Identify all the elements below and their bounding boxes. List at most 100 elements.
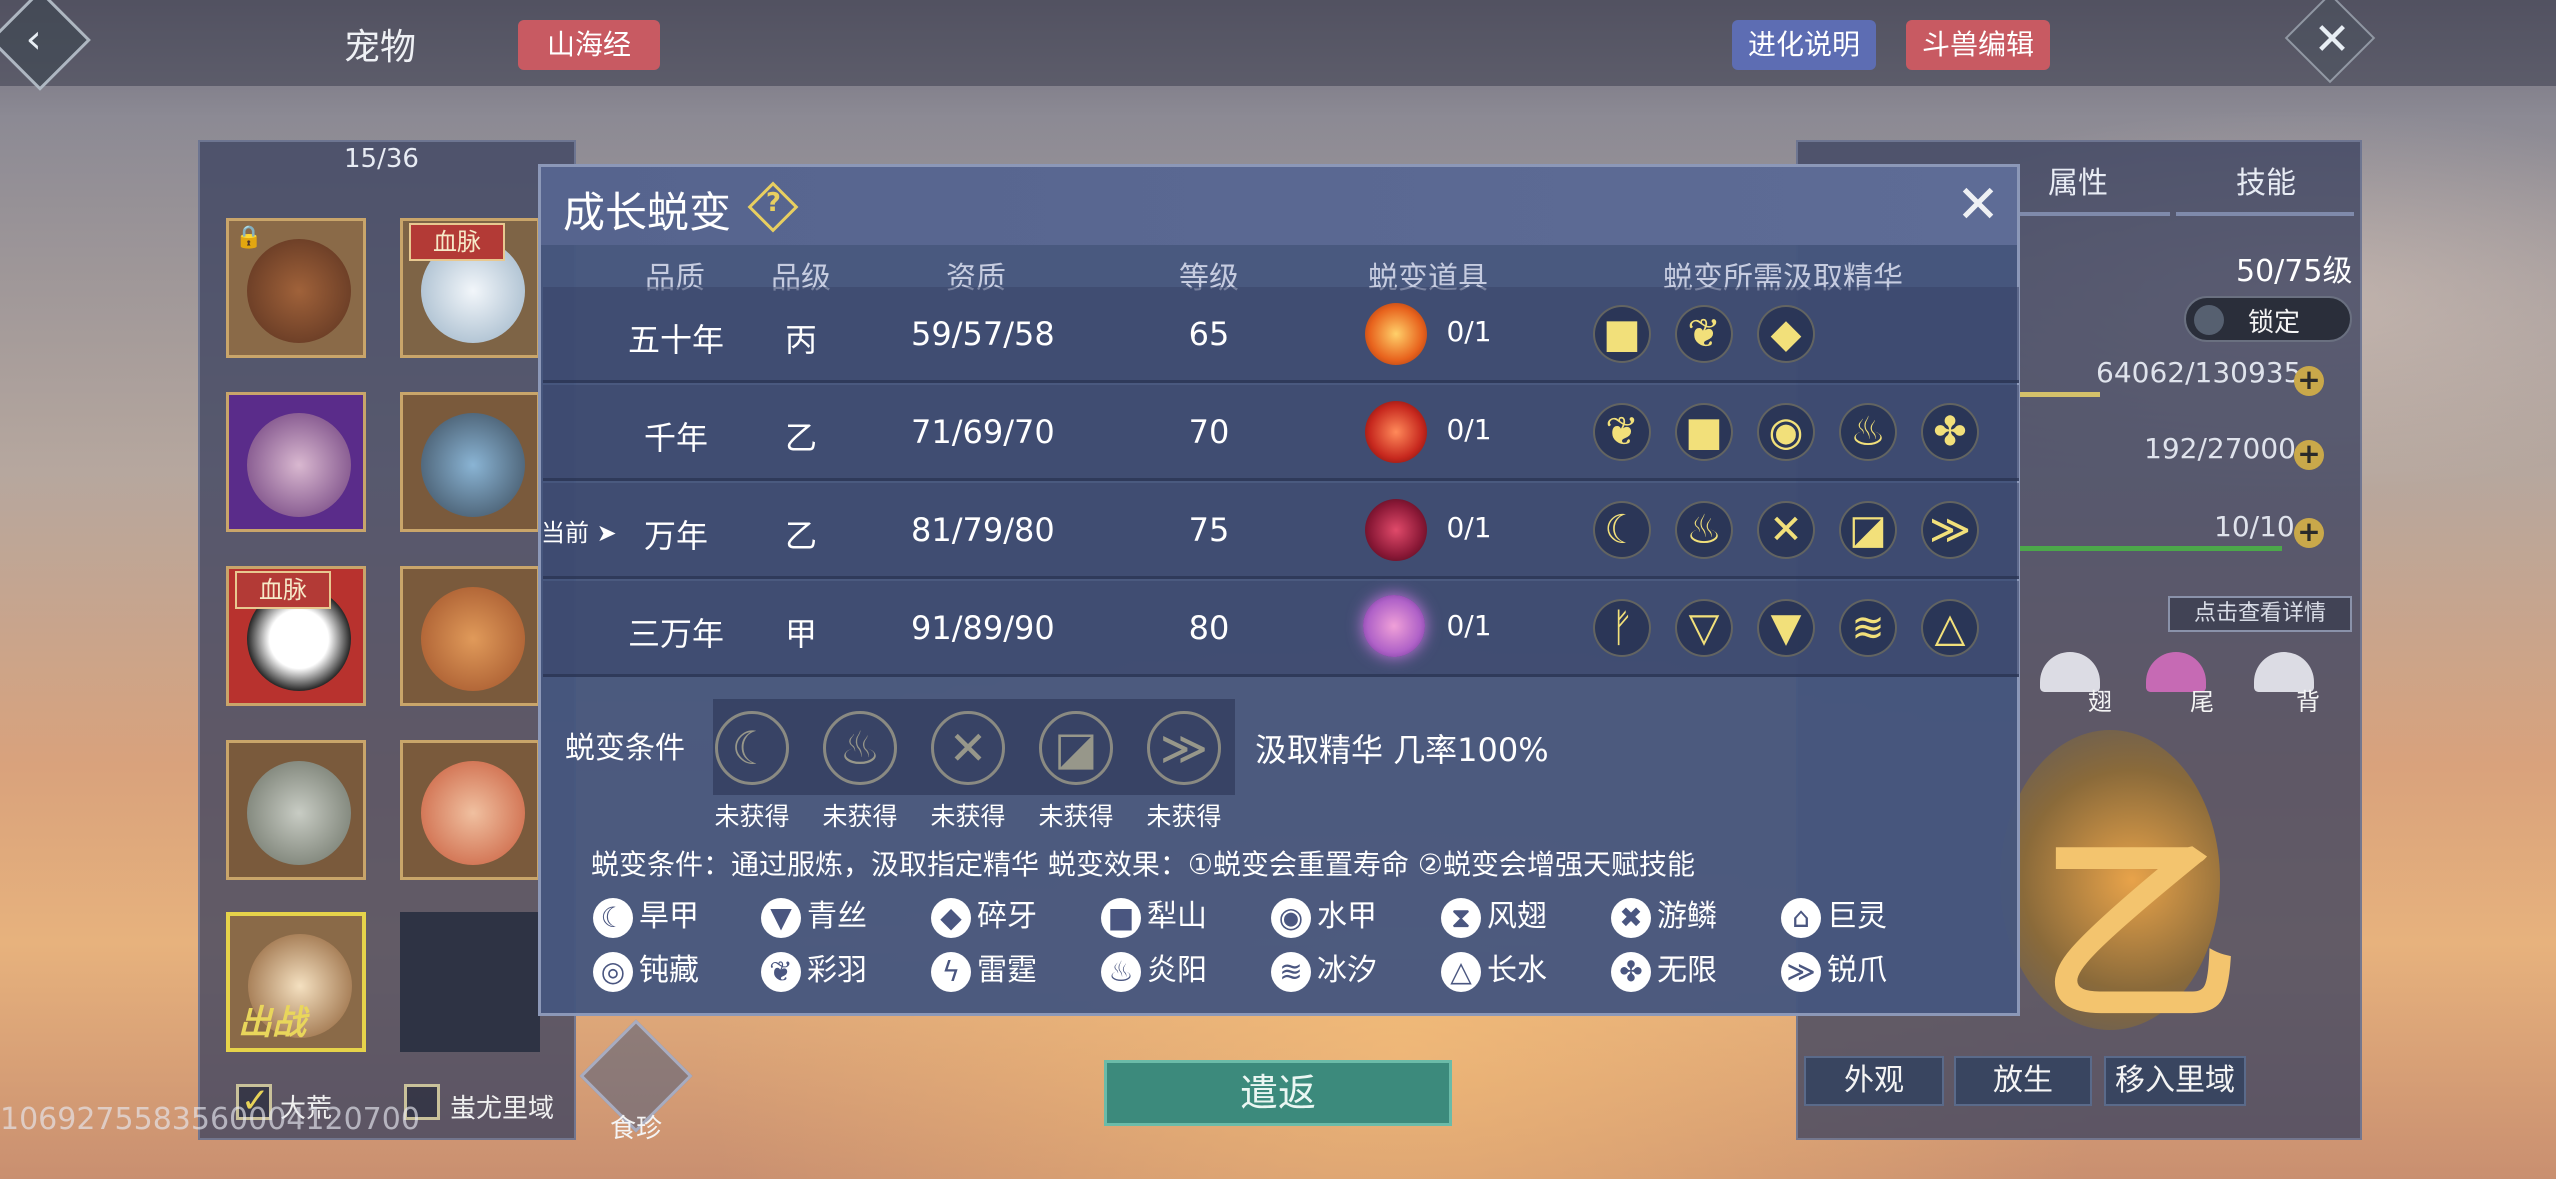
essence-icon[interactable]: ♨ [1675, 501, 1733, 559]
pet-portrait-starfish [421, 587, 525, 691]
essence-icon[interactable]: ◉ [1757, 403, 1815, 461]
pet-slot[interactable] [400, 566, 540, 706]
row-aptitude: 71/69/70 [911, 413, 1055, 451]
tab-attributes[interactable]: 属性 [2048, 158, 2108, 202]
essence-icon[interactable]: ❦ [1593, 403, 1651, 461]
condition-essence-icon[interactable]: ✕ [931, 711, 1005, 785]
pet-slot[interactable] [400, 392, 540, 532]
row-level: 75 [1188, 511, 1230, 549]
essence-icon[interactable]: ▽ [1675, 599, 1733, 657]
legend-item: ■ 犁山 [1101, 891, 1207, 938]
evolution-description: 蜕变条件：通过服炼，汲取指定精华 蜕变效果：①蜕变会重置寿命 ②蜕变会增强天赋技… [591, 848, 1696, 881]
row-level: 65 [1188, 315, 1230, 353]
pet-slot[interactable]: 血脉 [226, 566, 366, 706]
tab-divider [2176, 212, 2354, 216]
evolution-item-orb[interactable] [1365, 401, 1427, 463]
legend-item: ≋ 冰汐 [1271, 945, 1377, 992]
row-grade: 甲 [784, 615, 817, 653]
essence-icon[interactable]: ✤ [1921, 403, 1979, 461]
evolution-item-orb[interactable] [1365, 499, 1427, 561]
condition-status: 未获得 [1146, 802, 1222, 831]
legend-item: △ 长水 [1441, 945, 1547, 992]
essence-icon[interactable]: ■ [1593, 305, 1651, 363]
add-exp-button[interactable]: + [2294, 440, 2324, 470]
modal-title: 成长蜕变 [563, 188, 732, 237]
pet-slot[interactable] [226, 740, 366, 880]
stat-hp-bar [2020, 392, 2100, 397]
food-label: 食珍 [610, 1114, 663, 1144]
row-grade: 丙 [784, 321, 817, 359]
pet-slot[interactable] [226, 392, 366, 532]
bloodline-badge: 血脉 [409, 223, 505, 261]
condition-status: 未获得 [930, 802, 1006, 831]
pet-slot[interactable]: 🔒 [226, 218, 366, 358]
pet-portrait-dragon [421, 413, 525, 517]
pet-slot[interactable] [400, 740, 540, 880]
add-stamina-button[interactable]: + [2294, 518, 2324, 548]
evolution-item-orb[interactable] [1363, 595, 1425, 657]
essence-legend-icon: ≫ [1781, 951, 1821, 992]
row-quality: 三万年 [627, 615, 724, 653]
essence-icon[interactable]: ◆ [1757, 305, 1815, 363]
essence-icon[interactable]: ≋ [1839, 599, 1897, 657]
add-hp-button[interactable]: + [2294, 366, 2324, 396]
evolution-help-button[interactable]: 进化说明 [1732, 20, 1876, 70]
essence-legend-icon: ⧗ [1441, 897, 1481, 938]
release-button[interactable]: 放生 [1954, 1056, 2092, 1106]
legend-item: ☾ 旱甲 [593, 891, 699, 938]
essence-legend-icon: ✤ [1611, 951, 1651, 992]
essence-legend-icon: ϟ [931, 951, 971, 992]
essence-legend-icon: ◉ [1271, 897, 1311, 938]
essence-legend-icon: ◎ [593, 951, 633, 992]
pet-portrait-lizard [247, 761, 351, 865]
close-icon: ✕ [2313, 13, 2351, 65]
pet-portrait-jellyfish [421, 761, 525, 865]
condition-status: 未获得 [714, 802, 790, 831]
essence-icon[interactable]: △ [1921, 599, 1979, 657]
page-title: 宠物 [344, 27, 417, 68]
pet-slot[interactable]: 血脉 [400, 218, 540, 358]
essence-legend-icon: ■ [1101, 897, 1141, 938]
pet-slot-selected[interactable]: 出战 [226, 912, 366, 1052]
row-quality: 万年 [643, 517, 708, 555]
pet-slot-empty[interactable] [400, 912, 540, 1052]
essence-icon[interactable]: ✕ [1757, 501, 1815, 559]
condition-essence-icon[interactable]: ♨ [823, 711, 897, 785]
essence-legend-icon: ◆ [931, 897, 971, 938]
condition-status: 未获得 [822, 802, 898, 831]
legend-item: ϟ 雷霆 [931, 945, 1037, 992]
evolution-modal: 成长蜕变 ? ✕ 品质 品级 资质 等级 蜕变道具 蜕变所需汲取精华 五十年 丙… [538, 164, 2020, 1016]
beast-edit-button[interactable]: 斗兽编辑 [1906, 20, 2050, 70]
return-button[interactable]: 遣返 [1104, 1060, 1452, 1126]
condition-essence-icon[interactable]: ☾ [715, 711, 789, 785]
condition-status: 未获得 [1038, 802, 1114, 831]
tab-skills[interactable]: 技能 [2236, 158, 2296, 202]
condition-essence-icon[interactable]: ≫ [1147, 711, 1221, 785]
essence-icon[interactable]: ☾ [1593, 501, 1651, 559]
essence-legend-icon: ☾ [593, 897, 633, 938]
essence-icon[interactable]: ❦ [1675, 305, 1733, 363]
part-wing-label: 翅 [2088, 688, 2112, 716]
essence-icon[interactable]: ◪ [1839, 501, 1897, 559]
shanhai-tab[interactable]: 山海经 [518, 20, 660, 70]
view-details-button[interactable]: 点击查看详情 [2168, 596, 2352, 632]
essence-icon[interactable]: ▼ [1757, 599, 1815, 657]
modal-close-icon[interactable]: ✕ [1949, 177, 2007, 235]
condition-label: 蜕变条件 [565, 731, 685, 766]
essence-icon[interactable]: ᚠ [1593, 599, 1651, 657]
lock-icon: 🔒 [235, 225, 263, 250]
lock-toggle[interactable]: 锁定 [2184, 296, 2352, 342]
legend-item: ◆ 碎牙 [931, 891, 1037, 938]
row-quality: 千年 [643, 419, 708, 457]
essence-icon[interactable]: ♨ [1839, 403, 1897, 461]
appearance-button[interactable]: 外观 [1804, 1056, 1944, 1106]
player-id: 1069275583560004120700 [0, 1102, 420, 1137]
move-to-inner-domain-button[interactable]: 移入里域 [2104, 1056, 2246, 1106]
evolution-item-orb[interactable] [1365, 303, 1427, 365]
condition-essence-icon[interactable]: ◪ [1039, 711, 1113, 785]
legend-item: ◉ 水甲 [1271, 891, 1377, 938]
essence-icon[interactable]: ≫ [1921, 501, 1979, 559]
row-quality: 五十年 [627, 321, 724, 359]
row-item-count: 0/1 [1446, 511, 1492, 544]
essence-icon[interactable]: ■ [1675, 403, 1733, 461]
